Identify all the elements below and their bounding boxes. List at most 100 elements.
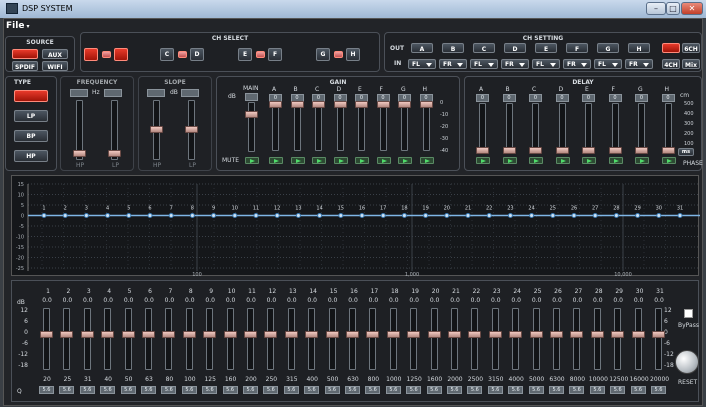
delay-ms-button[interactable]: ms [678, 148, 694, 156]
delay-ch-a-slider-thumb[interactable] [476, 147, 489, 154]
eq-band-slider-track[interactable] [185, 308, 193, 370]
delay-ch-c-value[interactable]: 0 [529, 94, 542, 102]
eq-band-slider-thumb[interactable] [427, 331, 441, 338]
eq-band-slider-thumb[interactable] [570, 331, 584, 338]
in-h-select[interactable]: FR [625, 59, 653, 69]
eq-band-q-value[interactable]: 5.6 [202, 386, 218, 394]
ch-link-1-icon[interactable] [102, 51, 111, 58]
eq-band-q-value[interactable]: 5.6 [467, 386, 483, 394]
gain-ch-h-slider-track[interactable] [422, 103, 430, 151]
out-h-button[interactable]: H [628, 43, 650, 53]
gain-main-value[interactable] [245, 93, 258, 101]
delay-ch-d-slider-track[interactable] [558, 103, 566, 151]
delay-ch-f-slider-thumb[interactable] [608, 147, 622, 154]
eq-band-slider-thumb[interactable] [284, 331, 298, 338]
mute-b-icon[interactable] [290, 157, 305, 164]
eq-band-slider-thumb[interactable] [121, 331, 135, 338]
eq-band-q-value[interactable]: 5.6 [365, 386, 381, 394]
delay-ch-c-slider-thumb[interactable] [529, 147, 542, 154]
source-aux-button[interactable]: AUX [42, 49, 68, 59]
delay-ch-a-value[interactable]: 0 [476, 94, 489, 102]
mode-mix-button[interactable]: Mix [682, 59, 700, 69]
eq-band-slider-thumb[interactable] [611, 331, 625, 338]
in-f-select[interactable]: FR [563, 59, 591, 69]
eq-band-slider-track[interactable] [328, 308, 336, 370]
type-hp-button[interactable]: HP [14, 150, 48, 162]
eq-band-slider-track[interactable] [593, 308, 601, 370]
mute-g-icon[interactable] [398, 157, 412, 164]
delay-ch-g-value[interactable]: 0 [635, 94, 648, 102]
freq-lp-value[interactable] [104, 89, 122, 97]
eq-band-q-value[interactable]: 5.6 [406, 386, 422, 394]
eq-band-q-value[interactable]: 5.6 [39, 386, 54, 394]
eq-band-slider-thumb[interactable] [223, 331, 237, 338]
gain-ch-d-slider-track[interactable] [336, 103, 344, 151]
eq-band-slider-thumb[interactable] [590, 331, 604, 338]
delay-ch-d-slider-thumb[interactable] [555, 147, 569, 154]
gain-ch-f-slider-track[interactable] [379, 103, 387, 151]
eq-band-slider-track[interactable] [369, 308, 377, 370]
gain-main-slider-track[interactable] [248, 102, 255, 152]
maximize-button[interactable]: □ [666, 2, 680, 15]
eq-band-q-value[interactable]: 5.6 [222, 386, 238, 394]
eq-band-slider-track[interactable] [491, 308, 499, 370]
eq-band-slider-thumb[interactable] [101, 331, 115, 338]
delay-ch-b-slider-thumb[interactable] [502, 147, 516, 154]
mode-8ch-button[interactable] [662, 43, 680, 53]
gain-ch-a-slider-thumb[interactable] [269, 101, 282, 108]
eq-band-slider-thumb[interactable] [488, 331, 502, 338]
menu-file[interactable]: File ▾ [6, 21, 30, 33]
eq-band-slider-track[interactable] [430, 308, 438, 370]
mute-h-icon[interactable] [419, 157, 434, 164]
type-bp-button[interactable]: BP [14, 130, 48, 142]
ch-link-2-icon[interactable] [178, 51, 187, 58]
eq-band-q-value[interactable]: 5.6 [141, 386, 156, 394]
out-g-button[interactable]: G [597, 43, 619, 53]
in-d-select[interactable]: FR [501, 59, 529, 69]
delay-ch-h-slider-thumb[interactable] [661, 147, 675, 154]
out-b-button[interactable]: B [442, 43, 464, 53]
delay-ch-e-value[interactable]: 0 [582, 94, 595, 102]
delay-ch-b-value[interactable]: 0 [502, 94, 516, 102]
gain-ch-f-slider-thumb[interactable] [376, 101, 390, 108]
phase-c-icon[interactable] [529, 157, 543, 164]
type-lp-button[interactable]: LP [14, 110, 48, 122]
eq-band-slider-thumb[interactable] [631, 331, 645, 338]
slope-lp-value[interactable] [181, 89, 199, 97]
gain-ch-a-slider-track[interactable] [272, 103, 279, 151]
gain-ch-b-slider-track[interactable] [293, 103, 301, 151]
delay-ch-h-value[interactable]: 0 [661, 94, 675, 102]
mute-e-icon[interactable] [355, 157, 369, 164]
eq-band-slider-track[interactable] [267, 308, 275, 370]
eq-band-slider-thumb[interactable] [652, 331, 665, 338]
eq-band-slider-track[interactable] [471, 308, 479, 370]
out-c-button[interactable]: C [473, 43, 495, 53]
eq-band-slider-thumb[interactable] [448, 331, 461, 338]
eq-band-q-value[interactable]: 5.6 [304, 386, 320, 394]
eq-band-slider-track[interactable] [512, 308, 520, 370]
out-f-button[interactable]: F [566, 43, 588, 53]
eq-band-q-value[interactable]: 5.6 [528, 386, 544, 394]
gain-ch-g-slider-track[interactable] [401, 103, 408, 151]
mute-c-icon[interactable] [312, 157, 326, 164]
eq-response-graph[interactable]: 15 10 5 0 -5 -10 -15 -20 -25 100 1,000 10,000 1 2 3 4 5 6… [11, 175, 700, 277]
ch-select-4-button[interactable]: D [190, 48, 204, 61]
ch-link-4-icon[interactable] [334, 51, 343, 58]
eq-band-slider-thumb[interactable] [468, 331, 482, 338]
eq-band-slider-track[interactable] [206, 308, 214, 370]
eq-band-q-value[interactable]: 5.6 [651, 386, 666, 394]
slope-hp-slider-thumb[interactable] [150, 126, 163, 133]
in-c-select[interactable]: FL [470, 59, 498, 69]
in-a-select[interactable]: FL [408, 59, 436, 69]
eq-band-slider-thumb[interactable] [244, 331, 257, 338]
slope-lp-slider-thumb[interactable] [185, 126, 198, 133]
phase-b-icon[interactable] [502, 157, 517, 164]
phase-e-icon[interactable] [582, 157, 596, 164]
eq-band-q-value[interactable]: 5.6 [487, 386, 503, 394]
eq-band-slider-thumb[interactable] [550, 331, 563, 338]
eq-band-q-value[interactable]: 5.6 [161, 386, 177, 394]
delay-ch-d-value[interactable]: 0 [555, 94, 569, 102]
eq-band-slider-thumb[interactable] [162, 331, 176, 338]
eq-band-q-value[interactable]: 5.6 [508, 386, 524, 394]
mode-4ch-button[interactable]: 4CH [662, 59, 680, 69]
